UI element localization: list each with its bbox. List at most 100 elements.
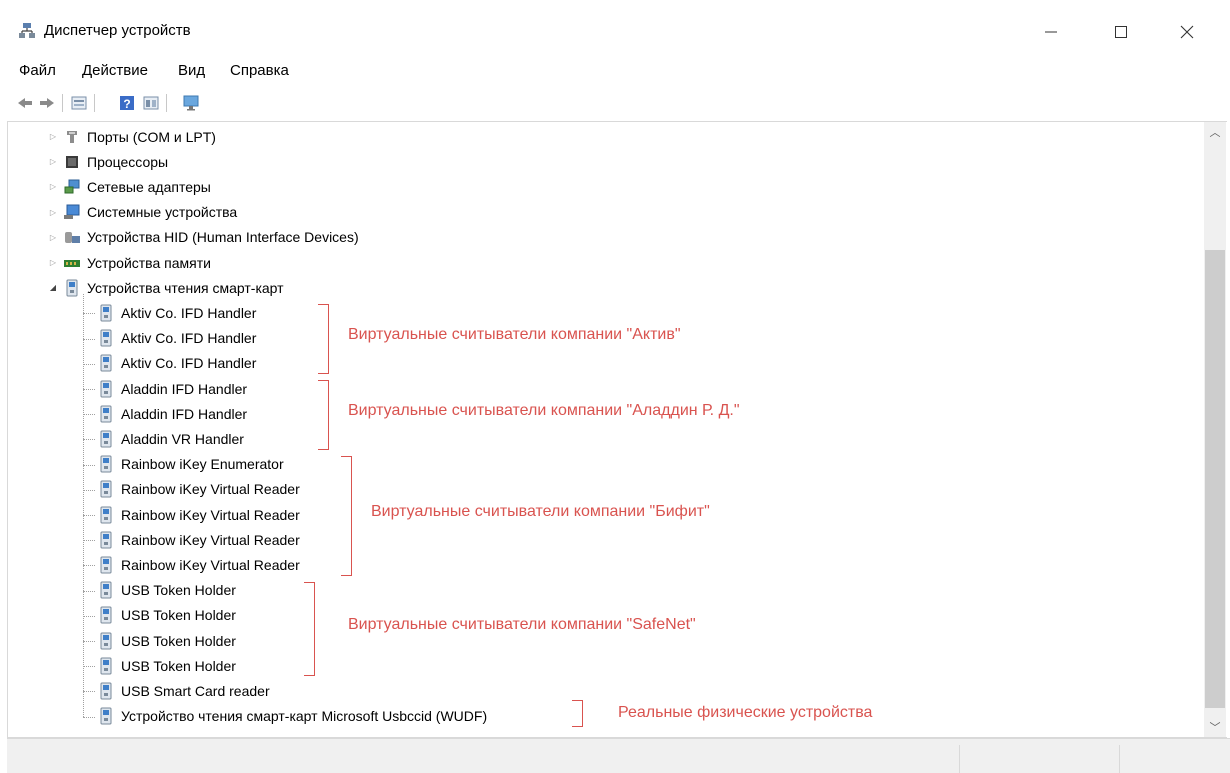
smartcard-reader-icon <box>97 304 115 322</box>
tree-category[interactable]: ▷ Устройства HID (Human Interface Devices… <box>47 225 359 250</box>
system-device-icon <box>63 203 81 221</box>
smartcard-device-item[interactable]: Rainbow iKey Virtual Reader <box>97 552 300 577</box>
smartcard-device-item[interactable]: Rainbow iKey Virtual Reader <box>97 527 300 552</box>
device-label: Rainbow iKey Virtual Reader <box>121 481 300 498</box>
smartcard-reader-icon <box>97 455 115 473</box>
smartcard-device-item[interactable]: Rainbow iKey Virtual Reader <box>97 477 300 502</box>
tree-connector <box>83 641 95 642</box>
tree-connector <box>83 294 84 717</box>
annotation-label: Виртуальные считыватели компании "Актив" <box>348 326 681 344</box>
smartcard-device-item[interactable]: Устройство чтения смарт-карт Microsoft U… <box>97 704 487 729</box>
smartcard-device-item[interactable]: Aladdin IFD Handler <box>97 376 247 401</box>
expand-arrow-icon[interactable]: ▷ <box>47 206 59 218</box>
menu-action[interactable]: Действие <box>82 62 148 80</box>
properties-icon[interactable] <box>70 94 88 112</box>
device-label: Aktiv Co. IFD Handler <box>121 355 257 372</box>
tree-category[interactable]: ▷ Устройства памяти <box>47 250 211 275</box>
device-label: USB Token Holder <box>121 657 236 674</box>
tree-category[interactable]: ▷ Системные устройства <box>47 200 237 225</box>
device-label: Rainbow iKey Virtual Reader <box>121 531 300 548</box>
smartcard-device-item[interactable]: USB Token Holder <box>97 628 236 653</box>
status-separator <box>1119 745 1120 773</box>
forward-arrow-icon[interactable] <box>38 94 56 112</box>
annotation-bracket <box>572 699 583 727</box>
device-tree: ▷ Порты (COM и LPT) ▷ Процессоры ▷ Сетевые ад… <box>7 121 1227 738</box>
smartcard-reader-icon <box>97 606 115 624</box>
smartcard-device-item[interactable]: Aktiv Co. IFD Handler <box>97 326 256 351</box>
smartcard-reader-icon <box>97 480 115 498</box>
tree-category-label: Сетевые адаптеры <box>87 178 211 195</box>
annotation-label: Виртуальные считыватели компании "SafeNe… <box>348 616 696 633</box>
device-label: Rainbow iKey Enumerator <box>121 456 284 473</box>
scroll-up-arrow-icon[interactable]: ︿ <box>1204 122 1226 142</box>
device-label: USB Token Holder <box>121 607 236 624</box>
annotation-label: Реальные физические устройства <box>618 704 873 722</box>
maximize-button[interactable] <box>1098 14 1144 50</box>
tree-category[interactable]: ▷ Порты (COM и LPT) <box>47 124 216 149</box>
smartcard-device-item[interactable]: USB Token Holder <box>97 603 236 628</box>
device-manager-icon <box>18 22 36 40</box>
tree-category[interactable]: ▷ Сетевые адаптеры <box>47 174 211 199</box>
hid-icon <box>63 228 81 246</box>
smartcard-device-item[interactable]: USB Token Holder <box>97 578 236 603</box>
tree-connector <box>83 313 95 315</box>
smartcard-reader-icon <box>97 430 115 448</box>
menu-bar: Файл Действие Вид Справка <box>0 58 1230 84</box>
status-separator <box>959 745 960 773</box>
collapse-arrow-icon[interactable]: ◢ <box>47 282 59 294</box>
view-icon[interactable] <box>142 94 160 112</box>
annotation-bracket <box>318 304 329 374</box>
smartcard-device-item[interactable]: Rainbow iKey Virtual Reader <box>97 502 300 527</box>
smartcard-reader-icon <box>97 380 115 398</box>
tree-connector <box>83 338 95 340</box>
tree-category-label: Системные устройства <box>87 204 238 221</box>
back-arrow-icon[interactable] <box>16 94 34 112</box>
smartcard-reader-icon <box>97 581 115 599</box>
tree-connector <box>83 691 95 693</box>
toolbar-separator <box>166 94 167 112</box>
device-label: Aktiv Co. IFD Handler <box>121 304 257 321</box>
annotation-bracket <box>304 581 315 677</box>
tree-connector <box>83 389 95 390</box>
minimize-button[interactable] <box>1028 14 1074 50</box>
expand-arrow-icon[interactable]: ▷ <box>47 156 59 168</box>
smartcard-device-item[interactable]: USB Smart Card reader <box>97 678 270 703</box>
smartcard-device-item[interactable]: Aktiv Co. IFD Handler <box>97 300 256 325</box>
monitor-icon[interactable] <box>182 94 200 112</box>
annotation-bracket <box>318 380 329 450</box>
vertical-scrollbar[interactable]: ︿ ﹀ <box>1204 122 1226 737</box>
status-bar <box>7 738 1230 773</box>
tree-connector <box>83 666 95 668</box>
smartcard-device-item[interactable]: USB Token Holder <box>97 653 236 678</box>
smartcard-device-item[interactable]: Aktiv Co. IFD Handler <box>97 351 256 376</box>
toolbar: ? <box>0 86 1230 118</box>
toolbar-separator <box>94 94 95 112</box>
tree-connector <box>83 540 95 542</box>
scroll-thumb[interactable] <box>1205 250 1225 708</box>
tree-connector <box>83 489 95 491</box>
expand-arrow-icon[interactable]: ▷ <box>47 257 59 269</box>
close-button[interactable] <box>1164 14 1210 50</box>
tree-connector <box>83 363 95 365</box>
smartcard-device-item[interactable]: Aladdin VR Handler <box>97 426 244 451</box>
expand-arrow-icon[interactable]: ▷ <box>47 231 59 243</box>
help-icon[interactable]: ? <box>118 94 136 112</box>
smartcard-device-item[interactable]: Rainbow iKey Enumerator <box>97 452 284 477</box>
tree-connector <box>83 414 95 416</box>
smartcard-reader-icon <box>97 707 115 725</box>
annotation-bracket <box>341 455 352 576</box>
toolbar-separator <box>62 94 63 112</box>
smartcard-device-item[interactable]: Aladdin IFD Handler <box>97 401 247 426</box>
smartcard-reader-icon <box>97 657 115 675</box>
menu-file[interactable]: Файл <box>19 62 56 80</box>
tree-category[interactable]: ▷ Процессоры <box>47 149 168 174</box>
menu-help[interactable]: Справка <box>230 62 289 80</box>
tree-connector <box>83 565 95 567</box>
expand-arrow-icon[interactable]: ▷ <box>47 131 59 143</box>
scroll-down-arrow-icon[interactable]: ﹀ <box>1204 717 1226 737</box>
expand-arrow-icon[interactable]: ▷ <box>47 181 59 193</box>
smartcard-reader-icon <box>63 279 81 297</box>
tree-connector <box>83 615 95 617</box>
tree-connector <box>83 515 95 516</box>
menu-view[interactable]: Вид <box>178 62 205 80</box>
